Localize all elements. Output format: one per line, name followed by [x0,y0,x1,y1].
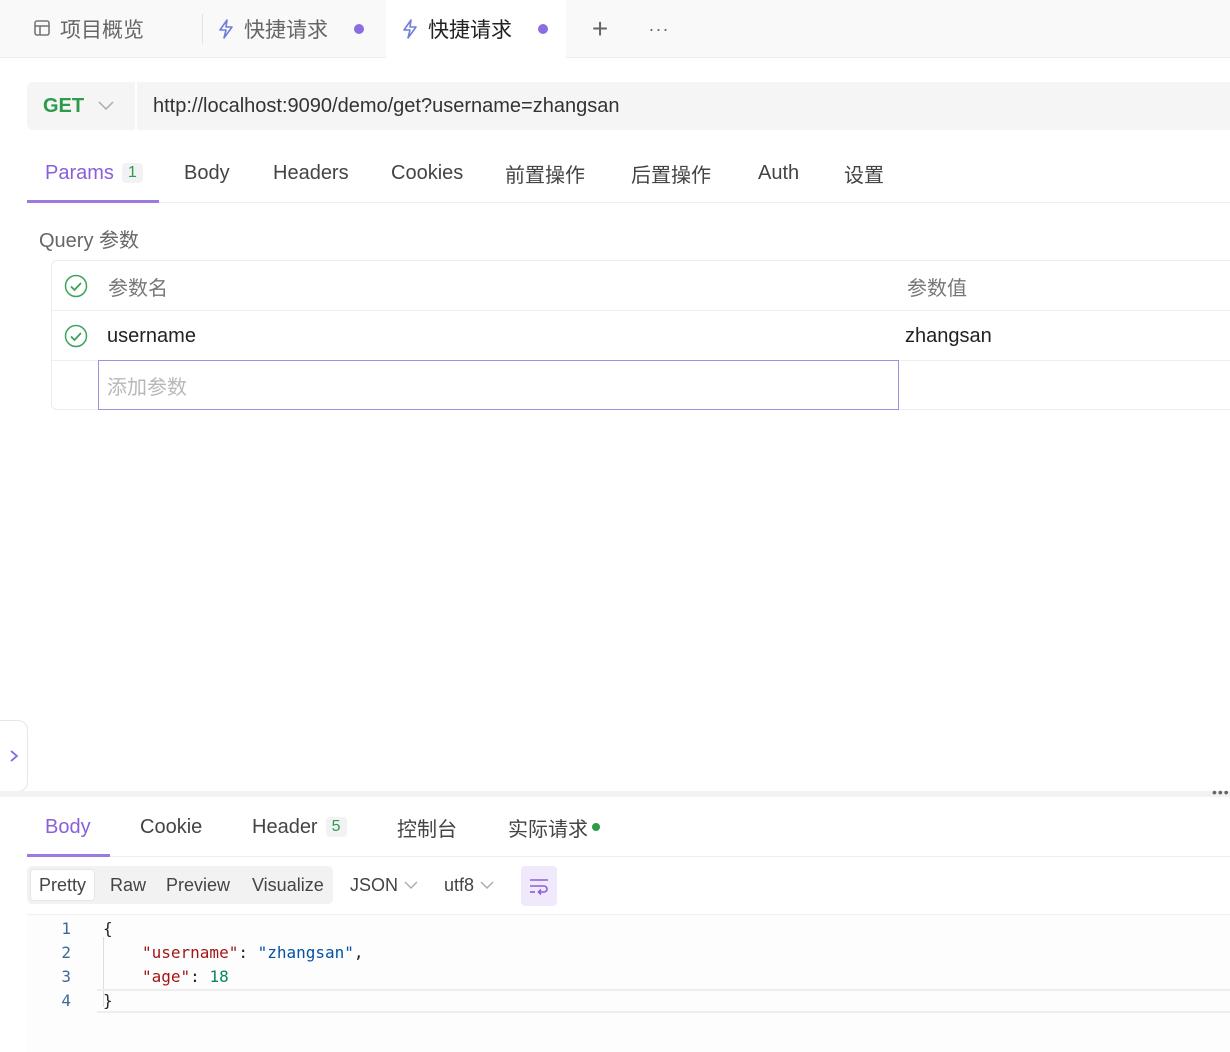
tab-label: 快捷请求 [428,19,512,42]
resp-tab-header-label: Header [252,815,318,838]
layout-icon [32,18,54,40]
code-line: "username": "zhangsan", [142,943,364,962]
tab-divider [202,14,203,44]
column-header-value: 参数值 [907,277,967,300]
view-pretty-button[interactable]: Pretty [30,869,96,901]
encoding-label: utf8 [444,874,475,895]
status-dot [592,823,600,831]
format-label: JSON [350,874,399,895]
word-wrap-button[interactable] [521,866,557,906]
line-number: 4 [61,991,71,1010]
encoding-select[interactable]: utf8 [444,866,494,904]
params-table: 参数名 参数值 username zhangsan 添加参数 [51,260,1230,410]
query-section-label: Query 参数 [39,230,140,252]
bolt-icon [216,18,238,40]
request-tabs: Params 1 Body Headers Cookies 前置操作 后置操作 … [27,144,1230,203]
tab-headers[interactable]: Headers [273,144,349,202]
tab-project-overview[interactable]: 项目概览 [20,0,200,58]
unsaved-dot [538,24,548,34]
json-string: "zhangsan" [257,943,354,962]
format-select[interactable]: JSON [350,866,418,904]
check-circle-icon[interactable] [64,274,88,298]
chevron-right-icon [9,749,19,763]
response-tabs: Body Cookie Header 5 控制台 实际请求 [27,798,1230,857]
resp-tab-cookie[interactable]: Cookie [140,798,202,856]
view-visualize-button[interactable]: Visualize [244,869,332,901]
table-header-row: 参数名 参数值 [52,261,1230,311]
param-name-cell[interactable]: username [107,311,196,361]
tab-settings[interactable]: 设置 [844,144,884,202]
view-mode-group: Pretty Raw Preview Visualize [27,866,333,904]
line-number: 2 [61,943,71,962]
add-tab-button[interactable]: + [585,0,615,58]
resp-tab-actual-request[interactable]: 实际请求 [508,798,600,856]
resp-tab-body[interactable]: Body [45,798,91,856]
tab-params[interactable]: Params 1 [45,144,143,202]
resp-tab-console[interactable]: 控制台 [397,798,457,856]
tab-pre-actions[interactable]: 前置操作 [505,144,585,202]
code-line: { [103,919,113,938]
line-number: 3 [61,967,71,986]
header-count-badge: 5 [325,817,347,837]
url-bar: GET http://localhost:9090/demo/get?usern… [27,82,1230,130]
method-label: GET [43,94,85,117]
column-header-name: 参数名 [108,277,168,300]
table-row: username zhangsan [52,311,1230,361]
chevron-down-icon [98,101,114,111]
wrap-lines-icon [528,877,550,895]
resp-tab-actual-label: 实际请求 [508,818,588,841]
current-line-highlight [97,989,1230,1013]
url-input[interactable]: http://localhost:9090/demo/get?username=… [153,82,619,130]
code-line: } [103,991,113,1010]
more-tabs-button[interactable]: ··· [642,0,676,58]
tab-post-actions[interactable]: 后置操作 [631,144,711,202]
unsaved-dot [354,24,364,34]
view-raw-button[interactable]: Raw [102,869,154,901]
chevron-down-icon [480,881,494,890]
active-tab-indicator [27,200,159,203]
method-select[interactable]: GET [43,82,114,130]
json-number: 18 [209,967,229,986]
view-preview-button[interactable]: Preview [158,869,238,901]
tab-cookies[interactable]: Cookies [391,144,463,202]
tab-label: 快捷请求 [244,19,328,42]
check-circle-icon[interactable] [64,324,88,348]
params-count-badge: 1 [121,163,143,183]
tab-quick-request-1[interactable]: 快捷请求 [204,0,384,58]
panel-resize-divider[interactable] [0,791,1230,797]
add-param-input[interactable]: 添加参数 [98,360,899,410]
bolt-icon [400,18,422,40]
resp-tab-header[interactable]: Header 5 [252,798,347,856]
line-number: 1 [61,919,71,938]
tab-body[interactable]: Body [184,144,230,202]
json-key: "age" [142,967,191,986]
json-key: "username" [142,943,239,962]
tab-label: 项目概览 [60,19,144,42]
code-line: "age": 18 [142,967,229,986]
tab-params-label: Params [45,161,114,184]
tab-auth[interactable]: Auth [758,144,799,202]
param-value-cell[interactable]: zhangsan [905,311,992,361]
method-divider [135,82,137,130]
tab-bar: 项目概览 快捷请求 快捷请求 + ··· [0,0,1230,58]
chevron-down-icon [404,881,418,890]
tab-quick-request-2[interactable]: 快捷请求 [386,0,566,58]
response-body-viewer[interactable]: 1 2 3 4 { "username": "zhangsan", "age":… [27,914,1230,1052]
sidebar-expand-handle[interactable] [0,720,28,792]
active-tab-indicator [27,854,110,857]
